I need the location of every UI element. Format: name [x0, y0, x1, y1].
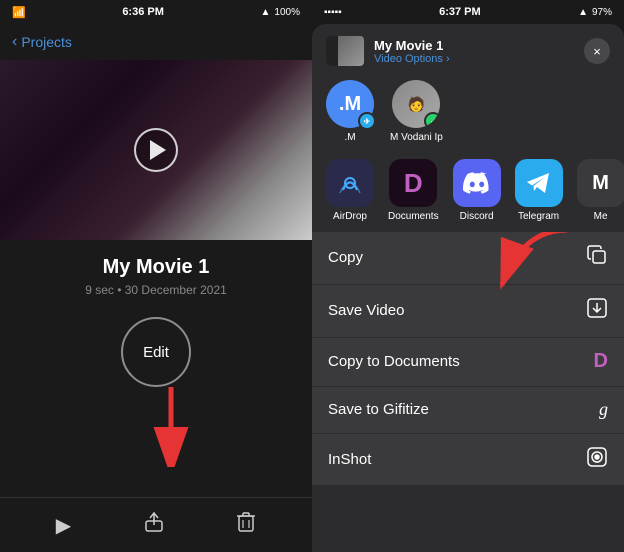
- status-bar-left: 📶 6:36 PM ▲ 100%: [0, 0, 312, 24]
- save-video-action[interactable]: Save Video: [312, 285, 624, 337]
- actions-list: Copy: [312, 232, 624, 552]
- trash-icon[interactable]: [236, 511, 256, 539]
- back-chevron-icon: ‹: [12, 33, 17, 51]
- inshot-label: InShot: [328, 451, 371, 468]
- airdrop-label: AirDrop: [333, 211, 367, 222]
- signal-icon: ▪▪▪▪▪: [324, 7, 342, 18]
- inshot-action[interactable]: InShot: [312, 434, 624, 485]
- telegram-label: Telegram: [518, 211, 559, 222]
- contact-item[interactable]: .M ✈ .M: [326, 80, 374, 143]
- status-icons-right: ▲ 97%: [578, 7, 612, 18]
- back-label: Projects: [21, 34, 72, 50]
- save-video-label: Save Video: [328, 302, 404, 319]
- gifitize-icon: g: [599, 399, 608, 420]
- copy-icon: [586, 244, 608, 271]
- discord-icon: [453, 159, 501, 207]
- status-bar-right: ▪▪▪▪▪ 6:37 PM ▲ 97%: [312, 0, 624, 24]
- telegram-badge: ✈: [358, 112, 376, 130]
- share-movie-info: My Movie 1 Video Options ›: [374, 38, 584, 65]
- app-item-discord[interactable]: Discord: [453, 159, 501, 222]
- save-video-svg: [586, 297, 608, 319]
- battery-right: 97%: [592, 7, 612, 18]
- share-sheet: My Movie 1 Video Options › × .M ✈ .M �: [312, 24, 624, 552]
- share-upload-icon: [143, 511, 165, 533]
- me-icon: M: [577, 159, 624, 207]
- discord-svg: [463, 172, 491, 194]
- save-gifitize-label: Save to Gifitize: [328, 401, 429, 418]
- location-icon-right: ▲: [578, 7, 588, 18]
- time-left: 6:36 PM: [122, 6, 164, 18]
- copy-documents-action[interactable]: Copy to Documents D: [312, 338, 624, 386]
- inshot-svg: [586, 446, 608, 468]
- edit-btn-container: Edit: [0, 305, 312, 399]
- share-movie-title: My Movie 1: [374, 38, 584, 53]
- airdrop-icon: [326, 159, 374, 207]
- red-arrow-save-video: [492, 232, 572, 295]
- share-icon[interactable]: [143, 511, 165, 539]
- edit-button[interactable]: Edit: [121, 317, 191, 387]
- contact-photo-mv: 🧑: [408, 96, 425, 113]
- apps-row: AirDrop D Documents Discord: [312, 153, 624, 232]
- save-video-icon: [586, 297, 608, 324]
- share-movie-subtitle: Video Options ›: [374, 53, 584, 65]
- telegram-svg: [525, 169, 553, 197]
- whatsapp-badge: ✓: [424, 112, 440, 128]
- bottom-toolbar: ▶: [0, 497, 312, 552]
- status-icons-left: ▲ 100%: [261, 7, 300, 18]
- nav-bar-left: ‹ Projects: [0, 24, 312, 60]
- time-right: 6:37 PM: [439, 6, 481, 18]
- documents-label: Documents: [388, 211, 439, 222]
- location-icon: ▲: [261, 7, 271, 18]
- wifi-icon: 📶: [12, 6, 26, 19]
- copy-documents-label: Copy to Documents: [328, 353, 460, 370]
- app-item-airdrop[interactable]: AirDrop: [326, 159, 374, 222]
- save-gifitize-action[interactable]: Save to Gifitize g: [312, 387, 624, 433]
- battery-left: 100%: [274, 7, 300, 18]
- documents-icon: D: [389, 159, 437, 207]
- video-thumbnail[interactable]: [0, 60, 312, 240]
- contacts-row: .M ✈ .M 🧑 ✓ M Vodani Ip: [312, 74, 624, 153]
- contact-item-vodani[interactable]: 🧑 ✓ M Vodani Ip: [390, 80, 443, 143]
- share-header: My Movie 1 Video Options › ×: [312, 24, 624, 74]
- copy-svg: [586, 244, 608, 266]
- arrow-area-left: [0, 399, 312, 497]
- trash-svg-icon: [236, 511, 256, 533]
- back-button[interactable]: ‹ Projects: [12, 33, 72, 51]
- app-item-me[interactable]: M Me: [577, 159, 624, 222]
- contact-avatar-m: .M ✈: [326, 80, 374, 128]
- inshot-icon: [586, 446, 608, 473]
- me-label: Me: [594, 211, 608, 222]
- copy-action[interactable]: Copy: [312, 232, 624, 284]
- play-triangle-icon: [150, 140, 166, 160]
- play-icon[interactable]: ▶: [56, 513, 71, 538]
- app-item-telegram[interactable]: Telegram: [515, 159, 563, 222]
- right-panel: ▪▪▪▪▪ 6:37 PM ▲ 97% My Movie 1 Video Opt…: [312, 0, 624, 552]
- contact-initial-m: .M: [339, 93, 361, 116]
- movie-title: My Movie 1: [12, 256, 300, 279]
- contact-name-m: .M: [344, 132, 355, 143]
- copy-documents-icon: D: [594, 350, 608, 373]
- movie-meta: 9 sec • 30 December 2021: [12, 283, 300, 297]
- movie-info: My Movie 1 9 sec • 30 December 2021: [0, 240, 312, 305]
- airdrop-svg: [336, 169, 364, 197]
- play-button[interactable]: [134, 128, 178, 172]
- left-panel: 📶 6:36 PM ▲ 100% ‹ Projects My Movie 1 9…: [0, 0, 312, 552]
- edit-label: Edit: [143, 344, 169, 361]
- copy-label: Copy: [328, 249, 363, 266]
- app-item-documents[interactable]: D Documents: [388, 159, 439, 222]
- telegram-icon: [515, 159, 563, 207]
- close-button[interactable]: ×: [584, 38, 610, 64]
- contact-name-mv: M Vodani Ip: [390, 132, 443, 143]
- share-movie-thumbnail: [326, 36, 364, 66]
- red-arrow-down-left: [146, 387, 196, 467]
- contact-avatar-mv: 🧑 ✓: [392, 80, 440, 128]
- discord-label: Discord: [460, 211, 494, 222]
